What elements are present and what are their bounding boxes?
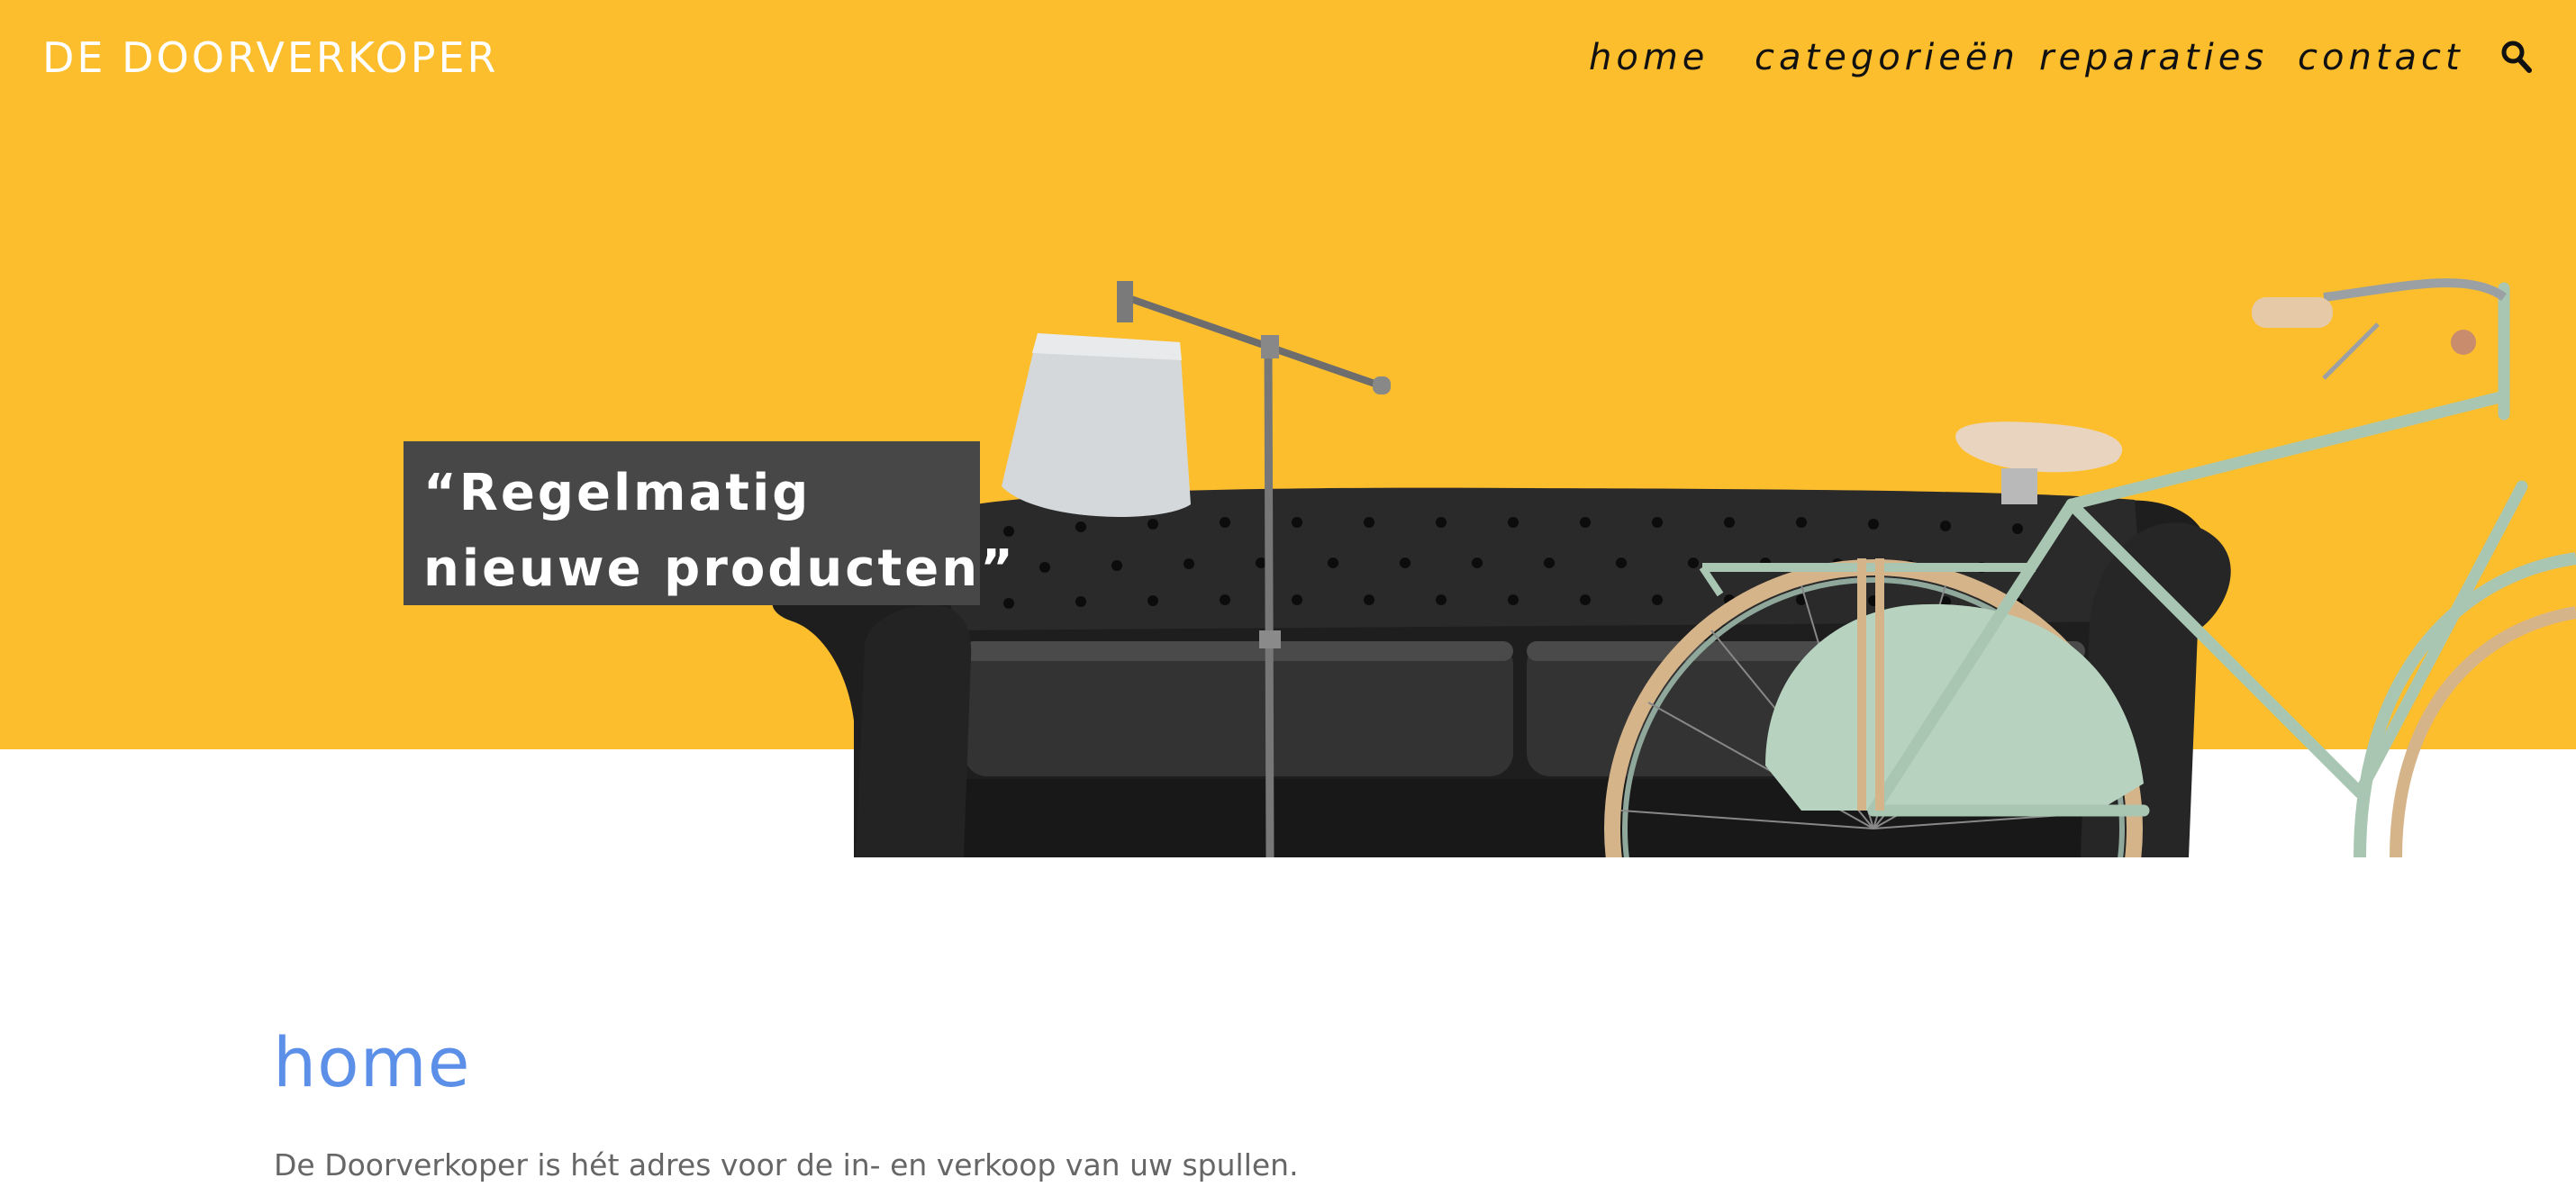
search-icon[interactable]: [2500, 40, 2533, 76]
nav-contact[interactable]: contact: [2298, 31, 2464, 85]
intro-text: De Doorverkoper is hét adres voor de in-…: [274, 1147, 1299, 1182]
hero-banner: DE DOORVERKOPER home categorieën reparat…: [0, 0, 2576, 857]
hero-quote-line-1: “Regelmatig: [423, 464, 812, 522]
nav-repairs[interactable]: reparaties: [2039, 31, 2268, 85]
hero-quote-line-2: nieuwe producten”: [423, 539, 1016, 598]
hero-image: [772, 278, 2576, 857]
nav-home[interactable]: home: [1589, 31, 1709, 85]
page-title: home: [273, 1022, 471, 1102]
hero-quote: “Regelmatig nieuwe producten”: [404, 441, 1016, 605]
main-navigation: home categorieën reparaties contact: [0, 31, 2576, 85]
nav-categories[interactable]: categorieën: [1755, 31, 2019, 85]
